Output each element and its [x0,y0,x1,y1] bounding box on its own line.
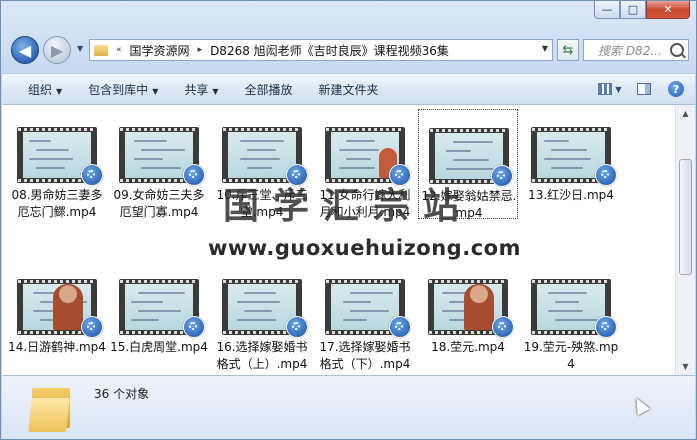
file-item[interactable]: 17.选择嫁娶婚书格式（下）.mp4 [315,261,415,371]
forward-button[interactable]: ▶ [43,36,71,64]
file-name: 09.女命妨三夫多厄望门寡.mp4 [113,188,205,219]
view-icon [598,83,613,95]
vertical-scrollbar[interactable]: ▲ ▼ [675,105,695,375]
organize-button[interactable]: 组织 ▼ [2,81,75,98]
new-folder-label: 新建文件夹 [318,82,379,97]
media-player-icon [595,316,617,338]
chevron-down-icon: ▼ [56,86,63,96]
scroll-thumb[interactable] [679,159,692,275]
back-button[interactable]: ◀ [11,36,39,64]
media-player-icon [286,316,308,338]
watermark-title: 国学汇宗站 [223,185,474,227]
media-player-icon [183,316,205,338]
search-placeholder: 搜索 D82... [598,43,662,58]
new-folder-button[interactable]: 新建文件夹 [306,81,392,98]
breadcrumb-separator[interactable]: ▸ [198,45,203,55]
file-item[interactable]: 15.白虎周堂.mp4 [109,261,209,371]
close-button[interactable]: ✕ [646,1,690,19]
folder-icon [94,44,108,56]
file-name: 19.茔元-殃煞.mp4 [523,340,619,371]
watermark-url: www.guoxuehuizong.com [208,236,521,260]
file-item[interactable]: 14.日游鹤神.mp4 [7,261,107,371]
change-view-button[interactable]: ▼ [597,78,623,100]
media-player-icon [183,164,205,186]
recent-pages-dropdown[interactable]: ▼ [77,44,83,53]
organize-label: 组织 [28,82,53,97]
media-player-icon [492,316,514,338]
file-item[interactable]: 18.茔元.mp4 [418,261,518,371]
details-pane: 36 个对象 [2,375,695,439]
chevron-down-icon: ▼ [615,84,622,94]
file-item[interactable]: 16.选择嫁娶婚书格式（上）.mp4 [212,261,312,371]
media-player-icon [491,165,513,187]
breadcrumb-item-current[interactable]: D8268 旭闳老师《吉时良辰》课程视频36集 [210,42,449,59]
breadcrumb-overflow[interactable]: « [116,45,122,55]
toolbar-right-group: ▼ ? [597,74,695,104]
file-item[interactable]: 19.茔元-殃煞.mp4 [521,261,621,371]
command-bar: 组织 ▼ 包含到库中 ▼ 共享 ▼ 全部播放 新建文件夹 ▼ ? [2,73,695,105]
maximize-button[interactable]: □ [620,1,646,19]
breadcrumb-item-root[interactable]: 国学资源网 [130,42,190,59]
caption-buttons: — □ ✕ [594,1,690,19]
media-player-icon [595,164,617,186]
file-name: 08.男命妨三妻多厄忘门鳏.mp4 [11,188,103,219]
preview-pane-icon [637,83,651,95]
media-player-icon [389,316,411,338]
address-bar[interactable]: « 国学资源网 ▸ D8268 旭闳老师《吉时良辰》课程视频36集 ▼ [89,39,553,61]
media-player-icon [81,316,103,338]
scroll-up-button[interactable]: ▲ [676,105,695,122]
share-button[interactable]: 共享 ▼ [171,81,231,98]
file-item[interactable]: 09.女命妨三夫多厄望门寡.mp4 [109,109,209,219]
preview-pane-button[interactable] [631,78,657,100]
include-in-library-button[interactable]: 包含到库中 ▼ [75,81,171,98]
navigation-bar: ◀ ▶ ▼ « 国学资源网 ▸ D8268 旭闳老师《吉时良辰》课程视频36集 … [1,31,696,69]
scroll-down-button[interactable]: ▼ [676,358,695,375]
chevron-down-icon[interactable]: ▼ [542,44,548,53]
share-label: 共享 [184,82,209,97]
item-count: 36 个对象 [94,387,150,401]
explorer-window: — □ ✕ ◀ ▶ ▼ « 国学资源网 ▸ D8268 旭闳老师《吉时良辰》课程… [0,0,697,440]
chevron-down-icon: ▼ [212,86,219,96]
help-button[interactable]: ? [663,78,689,100]
file-name: 17.选择嫁娶婚书格式（下）.mp4 [319,340,411,371]
help-icon: ? [668,81,684,97]
file-name: 16.选择嫁娶婚书格式（上）.mp4 [216,340,308,371]
media-player-icon [81,164,103,186]
minimize-button[interactable]: — [594,1,620,19]
file-name: 14.日游鹤神.mp4 [8,340,106,354]
play-all-button[interactable]: 全部播放 [232,81,306,98]
play-all-label: 全部播放 [244,82,293,97]
file-name: 18.茔元.mp4 [431,340,505,354]
folder-icon [28,384,74,432]
search-icon[interactable] [670,43,684,57]
file-name: 15.白虎周堂.mp4 [110,340,208,354]
file-item[interactable]: 08.男命妨三妻多厄忘门鳏.mp4 [7,109,107,219]
refresh-button[interactable]: ⇆ [557,39,579,61]
include-in-library-label: 包含到库中 [88,82,149,97]
file-name: 13.红沙日.mp4 [528,188,614,202]
file-item[interactable]: 13.红沙日.mp4 [521,109,621,219]
search-input[interactable]: 搜索 D82... [583,39,689,61]
chevron-down-icon: ▼ [152,86,159,96]
